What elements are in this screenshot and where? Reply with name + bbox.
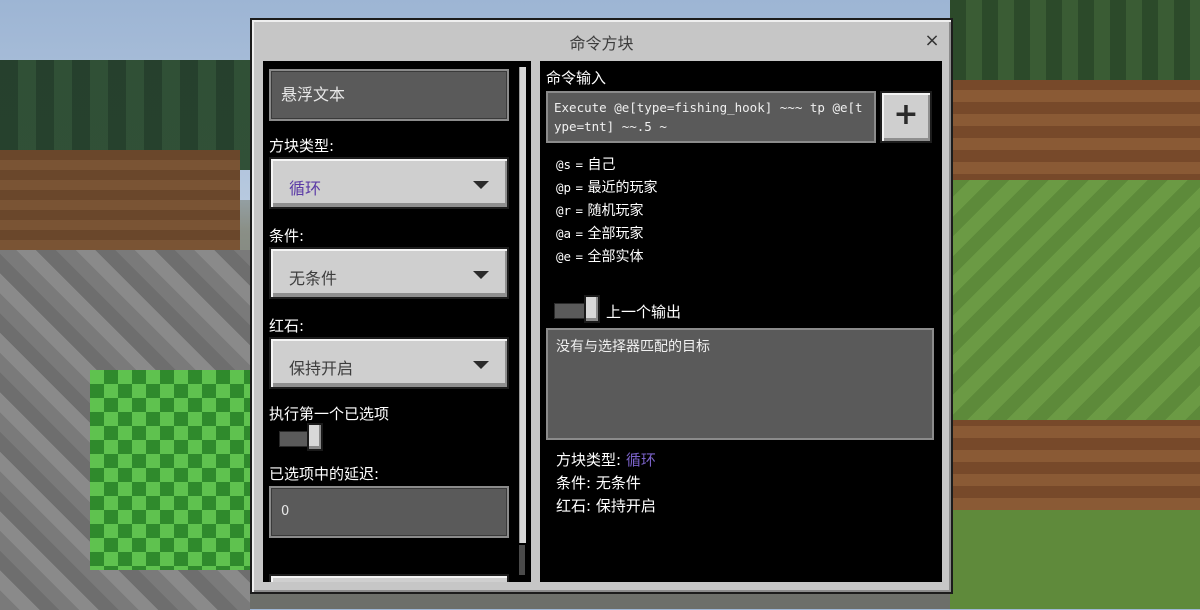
- plus-icon[interactable]: +: [880, 91, 932, 143]
- selector-row: @a = 全部玩家: [556, 226, 644, 242]
- toggle-knob: [584, 295, 600, 323]
- summary-block-type: 方块类型: 循环: [556, 451, 656, 469]
- dialog-title: 命令方块: [569, 34, 634, 53]
- command-panel: 命令输入 Execute @e[type=fishing_hook] ~~~ t…: [540, 61, 942, 582]
- selector-row: @r = 随机玩家: [556, 203, 644, 219]
- hover-text-input[interactable]: 悬浮文本: [269, 69, 509, 121]
- block-summary: 方块类型: 循环 条件: 无条件 红石: 保持开启: [556, 449, 656, 518]
- background-grass-right-lower: [950, 510, 1200, 609]
- previous-output-box: 没有与选择器匹配的目标: [546, 328, 934, 440]
- block-type-label: 方块类型:: [269, 137, 335, 155]
- condition-dropdown[interactable]: 无条件: [269, 247, 509, 299]
- condition-value: 无条件: [289, 269, 338, 288]
- settings-panel: 悬浮文本 方块类型: 循环 条件: 无条件 红石: 保持开启 执行第一个已选项 …: [263, 61, 531, 582]
- command-input[interactable]: Execute @e[type=fishing_hook] ~~~ tp @e[…: [546, 91, 876, 143]
- scrollbar-thumb[interactable]: [519, 67, 526, 543]
- selector-row: @p = 最近的玩家: [556, 180, 658, 196]
- block-type-dropdown[interactable]: 循环: [269, 157, 509, 209]
- redstone-label: 红石:: [269, 317, 305, 335]
- chevron-down-icon: [473, 271, 489, 279]
- close-icon[interactable]: ×: [923, 32, 941, 50]
- redstone-dropdown[interactable]: 保持开启: [269, 337, 509, 389]
- scrollbar-track: [519, 545, 525, 575]
- cancel-button[interactable]: 取消: [269, 574, 509, 582]
- condition-label: 条件:: [269, 227, 305, 245]
- summary-condition: 条件: 无条件: [556, 474, 641, 492]
- background-trees-right: [950, 0, 1200, 80]
- execute-first-toggle[interactable]: [279, 423, 327, 451]
- delay-label: 已选项中的延迟:: [269, 465, 380, 483]
- previous-output-toggle[interactable]: [554, 295, 602, 323]
- summary-redstone: 红石: 保持开启: [556, 497, 656, 515]
- selector-help-list: @s = 自己 @p = 最近的玩家 @r = 随机玩家 @a = 全部玩家 @…: [556, 153, 658, 268]
- redstone-value: 保持开启: [289, 359, 354, 378]
- chevron-down-icon: [473, 181, 489, 189]
- background-grass-right: [950, 180, 1200, 420]
- command-input-label: 命令输入: [546, 69, 607, 87]
- previous-output-label: 上一个输出: [606, 303, 682, 321]
- selector-row: @s = 自己: [556, 157, 616, 173]
- background-dirt-right-lower: [950, 420, 1200, 510]
- toggle-knob: [307, 423, 323, 451]
- selector-row: @e = 全部实体: [556, 249, 644, 265]
- delay-input[interactable]: 0: [269, 486, 509, 538]
- command-block-dialog: 命令方块 × 悬浮文本 方块类型: 循环 条件: 无条件 红石: 保持开启 执行…: [250, 18, 953, 594]
- execute-first-label: 执行第一个已选项: [269, 405, 390, 423]
- chevron-down-icon: [473, 361, 489, 369]
- creeper-mob: [90, 370, 250, 570]
- block-type-value: 循环: [289, 179, 322, 198]
